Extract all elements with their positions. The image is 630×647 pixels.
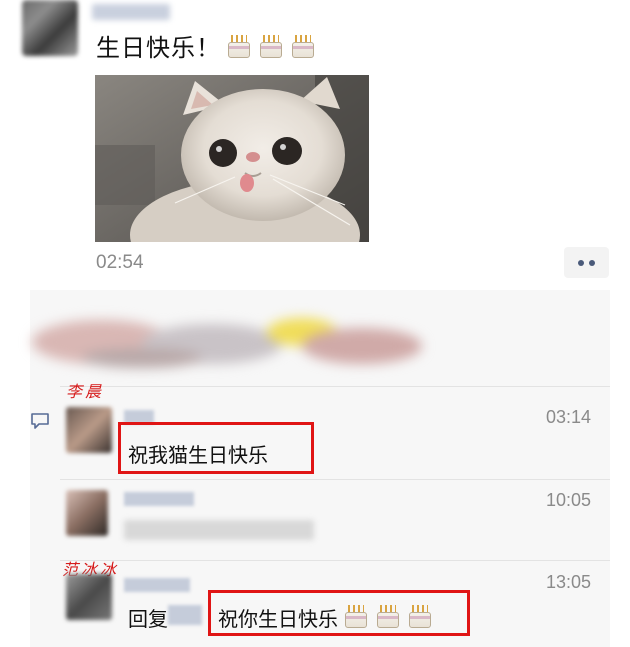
divider (60, 479, 610, 480)
post-text-label: 生日快乐！ (96, 35, 221, 62)
cake-icon (257, 34, 285, 60)
cake-icon (374, 604, 402, 630)
annotation-label: 李晨 (66, 382, 105, 401)
comment-time: 13:05 (546, 572, 592, 592)
commenter-avatar[interactable] (66, 407, 112, 453)
cake-icon (289, 34, 317, 60)
post-text: 生日快乐！ (96, 34, 317, 64)
poster-avatar[interactable] (22, 0, 78, 56)
dot-icon (578, 259, 584, 266)
divider (60, 560, 610, 561)
commenter-name[interactable] (124, 492, 194, 506)
comment-text: 祝我猫生日快乐 (128, 445, 268, 467)
comment-text: 祝你生日快乐 (218, 603, 434, 632)
comment-time: 10:05 (546, 490, 592, 510)
divider (60, 386, 610, 387)
cake-icon (342, 604, 370, 630)
reply-target-name[interactable] (168, 605, 202, 625)
post-time: 02:54 (96, 252, 144, 273)
comment-text-label: 祝你生日快乐 (218, 609, 338, 631)
more-actions-button[interactable] (564, 247, 609, 278)
comment-text-blurred (124, 520, 314, 540)
reply-prefix: 回复 (128, 609, 168, 631)
commenter-avatar[interactable] (66, 574, 112, 620)
comment-icon (31, 413, 49, 429)
comment-time: 03:14 (546, 407, 592, 427)
cake-icon (225, 34, 253, 60)
commenter-avatar[interactable] (66, 490, 108, 536)
poster-name[interactable] (92, 4, 170, 20)
commenter-name[interactable] (124, 578, 190, 592)
cake-icon (406, 604, 434, 630)
likes-row-blurred (32, 302, 432, 382)
dot-icon (589, 259, 595, 266)
post-photo-cat[interactable] (95, 75, 369, 242)
